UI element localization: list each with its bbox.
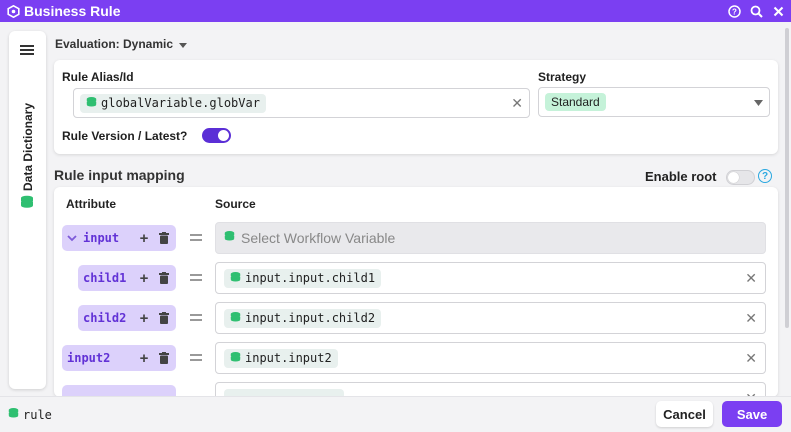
clear-source-icon[interactable]: ✕ xyxy=(745,310,757,327)
database-icon xyxy=(230,271,241,286)
close-icon[interactable] xyxy=(771,4,785,18)
caret-down-icon xyxy=(179,37,188,51)
source-value: input.input.child1 xyxy=(245,271,376,285)
source-column-header: Source xyxy=(215,197,256,211)
alias-value: globalVariable.globVar xyxy=(101,96,260,110)
evaluation-dropdown[interactable]: Evaluation: Dynamic xyxy=(55,37,188,51)
table-row: ✕ xyxy=(54,382,778,397)
data-dictionary-sidebar[interactable]: Data Dictionary xyxy=(9,31,46,389)
mapping-card: Attribute Source input + Select Workflow… xyxy=(54,187,778,397)
table-row: child2 + input.input.child2 ✕ xyxy=(54,302,778,334)
source-value: input.input.child2 xyxy=(245,311,376,325)
alias-label: Rule Alias/Id xyxy=(62,70,134,84)
database-icon xyxy=(230,311,241,326)
svg-text:?: ? xyxy=(732,7,737,16)
attribute-name: child2 xyxy=(83,311,127,325)
clear-alias-icon[interactable]: ✕ xyxy=(511,95,523,112)
database-icon xyxy=(230,351,241,366)
attribute-name: input2 xyxy=(67,351,111,365)
attribute-column-header: Attribute xyxy=(66,197,116,211)
scrollbar[interactable] xyxy=(785,28,789,328)
table-row: input + Select Workflow Variable xyxy=(54,222,778,254)
equals-icon xyxy=(190,231,202,245)
attribute-child1[interactable]: child1 + xyxy=(78,265,176,291)
source-field[interactable]: input.input.child1 ✕ xyxy=(215,262,766,294)
sidebar-label: Data Dictionary xyxy=(21,102,35,191)
database-icon xyxy=(8,407,19,422)
database-icon xyxy=(20,195,34,214)
add-icon[interactable]: + xyxy=(137,350,151,367)
cancel-button[interactable]: Cancel xyxy=(656,401,713,427)
source-chip: input.input2 xyxy=(224,348,338,368)
strategy-label: Strategy xyxy=(538,70,587,84)
attribute-input[interactable]: input + xyxy=(62,225,176,251)
add-icon[interactable]: + xyxy=(137,230,151,247)
caret-down-icon xyxy=(754,93,763,111)
help-icon[interactable]: ? xyxy=(758,169,772,183)
search-icon[interactable] xyxy=(749,4,763,18)
clear-source-icon[interactable]: ✕ xyxy=(745,270,757,287)
help-icon[interactable]: ? xyxy=(727,4,741,18)
table-row: input2 + input.input2 ✕ xyxy=(54,342,778,374)
database-icon xyxy=(86,96,97,111)
attribute-input2[interactable]: input2 + xyxy=(62,345,176,371)
evaluation-label: Evaluation: Dynamic xyxy=(55,37,174,51)
alias-field[interactable]: globalVariable.globVar ✕ xyxy=(73,88,530,118)
strategy-chip: Standard xyxy=(545,93,606,111)
attribute-child2[interactable]: child2 + xyxy=(78,305,176,331)
trash-icon[interactable] xyxy=(157,271,171,285)
footer: rule Cancel Save xyxy=(0,396,791,432)
equals-icon xyxy=(190,351,202,365)
attribute-name: child1 xyxy=(83,271,127,285)
alias-chip: globalVariable.globVar xyxy=(80,93,266,113)
workflow-variable-select[interactable]: Select Workflow Variable xyxy=(215,222,766,254)
title-bar: Business Rule ? xyxy=(0,0,791,22)
enable-root-toggle[interactable] xyxy=(726,170,755,185)
version-latest-toggle[interactable] xyxy=(202,128,231,143)
menu-icon[interactable] xyxy=(20,43,34,61)
context-label: rule xyxy=(23,407,52,422)
equals-icon xyxy=(190,271,202,285)
hexagon-icon xyxy=(6,4,20,18)
trash-icon[interactable] xyxy=(157,311,171,325)
add-icon[interactable]: + xyxy=(137,270,151,287)
trash-icon[interactable] xyxy=(157,231,171,245)
source-field[interactable]: ✕ xyxy=(215,382,766,397)
table-row: child1 + input.input.child1 ✕ xyxy=(54,262,778,294)
source-field[interactable]: input.input.child2 ✕ xyxy=(215,302,766,334)
equals-icon xyxy=(190,311,202,325)
source-chip: input.input.child1 xyxy=(224,268,382,288)
strategy-select[interactable]: Standard xyxy=(538,87,770,117)
source-value: input.input2 xyxy=(245,351,332,365)
version-label: Rule Version / Latest? xyxy=(62,129,188,143)
trash-icon[interactable] xyxy=(157,351,171,365)
database-icon xyxy=(224,229,235,247)
chevron-down-icon[interactable] xyxy=(67,229,77,247)
rule-card: Rule Alias/Id globalVariable.globVar ✕ S… xyxy=(54,60,778,154)
clear-source-icon[interactable]: ✕ xyxy=(745,350,757,367)
save-button[interactable]: Save xyxy=(722,401,782,427)
attribute-name: input xyxy=(83,231,120,245)
mapping-title: Rule input mapping xyxy=(54,167,185,183)
source-chip: input.input.child2 xyxy=(224,308,382,328)
window-title: Business Rule xyxy=(24,3,121,19)
add-icon[interactable]: + xyxy=(137,310,151,327)
source-field[interactable]: input.input2 ✕ xyxy=(215,342,766,374)
context-chip: rule xyxy=(8,407,52,422)
source-placeholder: Select Workflow Variable xyxy=(241,230,396,246)
enable-root-label: Enable root xyxy=(645,169,717,184)
